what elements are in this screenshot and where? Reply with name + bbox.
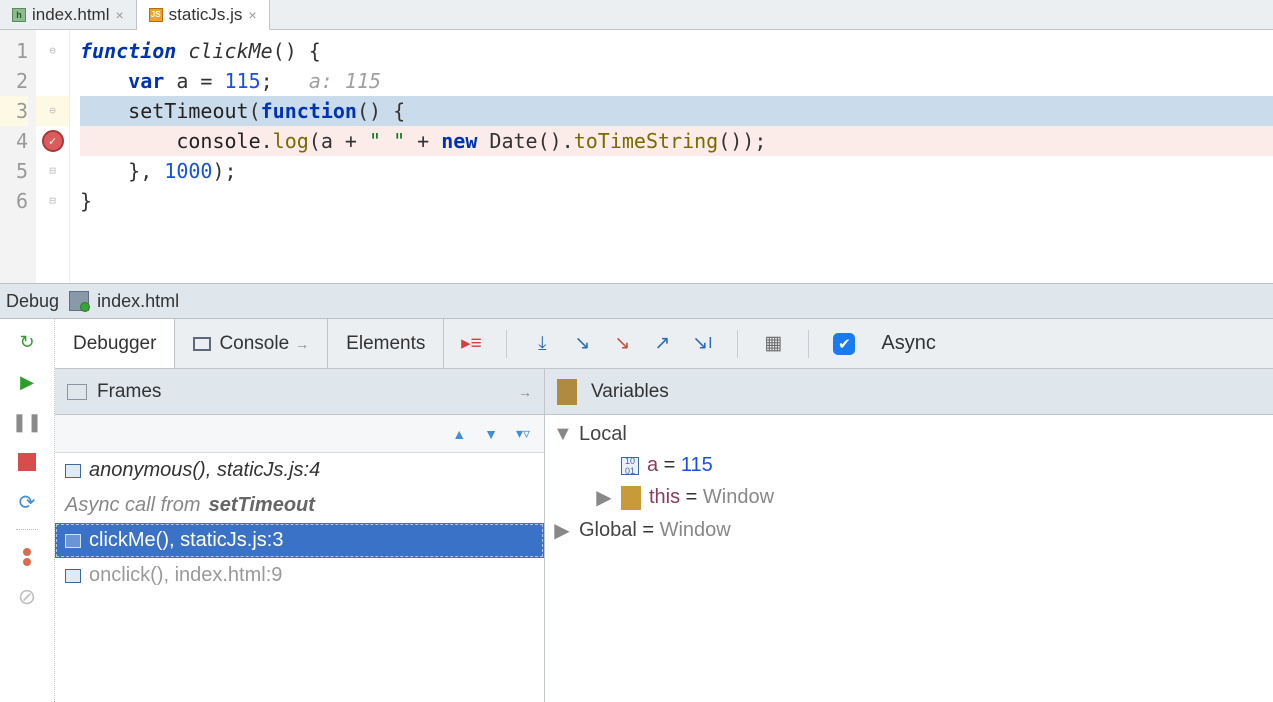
close-icon[interactable]: × <box>115 7 123 23</box>
html-file-icon: h <box>12 8 26 22</box>
icon-gutter[interactable]: ⊖ ⊖ ✓ ⊟ ⊟ <box>36 30 70 283</box>
debug-sub-toolbar: Debugger Console → Elements ▸≡ ⤓ ↘ ↘ ↗ ↘… <box>55 319 1273 369</box>
view-breakpoints-icon[interactable] <box>14 544 40 570</box>
variables-tree[interactable]: ▼ Local 1001 a = 115 ▶ this = Window <box>545 415 1273 702</box>
variables-icon <box>557 384 577 400</box>
variable-a[interactable]: 1001 a = 115 <box>553 450 1265 481</box>
close-icon[interactable]: × <box>248 7 256 23</box>
run-config-icon <box>69 291 89 311</box>
step-into-icon[interactable]: ↘ <box>571 333 593 355</box>
resume-icon[interactable]: ▶ <box>14 369 40 395</box>
fold-icon[interactable]: ⊖ <box>49 36 56 66</box>
variables-header: Variables <box>545 369 1273 415</box>
tab-console[interactable]: Console → <box>175 319 328 368</box>
show-execution-point-icon[interactable]: ▸≡ <box>460 333 482 355</box>
frames-list[interactable]: anonymous(), staticJs.js:4 Async call fr… <box>55 453 544 702</box>
mute-breakpoints-icon[interactable]: ⊘ <box>14 584 40 610</box>
js-file-icon: JS <box>149 8 163 22</box>
step-over-icon[interactable]: ⤓ <box>531 333 553 355</box>
prev-frame-icon[interactable]: ▲ <box>452 426 466 442</box>
frames-pane: Frames → ▲ ▼ ▾▿ anonymous(), staticJs.js… <box>55 369 545 702</box>
run-to-cursor-icon[interactable]: ↘I <box>691 333 713 355</box>
fold-end-icon[interactable]: ⊟ <box>49 156 56 186</box>
line-number-gutter: 1 2 3 4 5 6 <box>0 30 36 283</box>
frames-header: Frames → <box>55 369 544 415</box>
async-label: Async <box>881 332 935 355</box>
debug-panes: Frames → ▲ ▼ ▾▿ anonymous(), staticJs.js… <box>55 369 1273 702</box>
editor-tab-label: staticJs.js <box>169 5 243 25</box>
frames-toolbar: ▲ ▼ ▾▿ <box>55 415 544 453</box>
debug-label: Debug <box>6 291 59 312</box>
script-icon <box>65 569 81 583</box>
editor-tab-staticjs[interactable]: JS staticJs.js × <box>137 0 270 30</box>
filter-icon[interactable]: ▾▿ <box>516 425 530 442</box>
rerun-icon[interactable]: ↻ <box>14 329 40 355</box>
frame-row[interactable]: onclick(), index.html:9 <box>55 558 544 593</box>
popout-icon[interactable]: → <box>518 384 532 400</box>
scope-global[interactable]: ▶ Global = Window <box>553 514 1265 547</box>
debug-target: index.html <box>97 291 179 312</box>
tab-elements[interactable]: Elements <box>328 319 444 368</box>
step-out-icon[interactable]: ↗ <box>651 333 673 355</box>
editor-tab-index-html[interactable]: h index.html × <box>0 0 137 29</box>
debug-toolwindow-body: ↻ ▶ ❚❚ ⟳ ⊘ Debugger Console → Elements ▸… <box>0 319 1273 702</box>
expand-icon[interactable]: ▼ <box>553 423 571 446</box>
code-editor[interactable]: 1 2 3 4 5 6 ⊖ ⊖ ✓ ⊟ ⊟ function clickMe()… <box>0 30 1273 283</box>
script-icon <box>65 464 81 478</box>
frames-icon <box>67 384 87 400</box>
console-icon <box>193 337 211 351</box>
fold-end-icon[interactable]: ⊟ <box>49 186 56 216</box>
breakpoint-icon[interactable]: ✓ <box>42 130 64 152</box>
variable-this[interactable]: ▶ this = Window <box>553 481 1265 514</box>
async-checkbox[interactable]: ✔ <box>833 333 855 355</box>
popout-icon[interactable]: → <box>295 336 309 352</box>
evaluate-expression-icon[interactable]: ▦ <box>762 333 784 355</box>
check-icon: ✓ <box>49 126 56 156</box>
code-area[interactable]: function clickMe() { var a = 115; a: 115… <box>70 30 1273 283</box>
frame-row[interactable]: anonymous(), staticJs.js:4 <box>55 453 544 488</box>
next-frame-icon[interactable]: ▼ <box>484 426 498 442</box>
script-icon <box>65 534 81 548</box>
scope-local[interactable]: ▼ Local <box>553 419 1265 450</box>
debug-toolwindow-header: Debug index.html <box>0 283 1273 319</box>
frame-row-selected[interactable]: clickMe(), staticJs.js:3 <box>55 523 544 558</box>
object-var-icon <box>621 491 641 505</box>
stop-icon[interactable] <box>14 449 40 475</box>
editor-tab-bar: h index.html × JS staticJs.js × <box>0 0 1273 30</box>
debug-side-toolbar: ↻ ▶ ❚❚ ⟳ ⊘ <box>0 319 55 702</box>
debug-right: Debugger Console → Elements ▸≡ ⤓ ↘ ↘ ↗ ↘… <box>55 319 1273 702</box>
variables-pane: Variables ▼ Local 1001 a = 115 ▶ <box>545 369 1273 702</box>
pause-icon[interactable]: ❚❚ <box>14 409 40 435</box>
editor-tab-label: index.html <box>32 5 109 25</box>
number-var-icon: 1001 <box>621 457 639 475</box>
step-toolbar: ▸≡ ⤓ ↘ ↘ ↗ ↘I ▦ ✔ Async <box>444 319 951 368</box>
expand-icon[interactable]: ▶ <box>553 518 571 543</box>
reload-icon[interactable]: ⟳ <box>14 489 40 515</box>
expand-icon[interactable]: ▶ <box>595 485 613 510</box>
tab-debugger[interactable]: Debugger <box>55 319 175 368</box>
frame-async-note: Async call from setTimeout <box>55 488 544 523</box>
force-step-into-icon[interactable]: ↘ <box>611 333 633 355</box>
fold-icon[interactable]: ⊖ <box>49 96 56 126</box>
inline-value-hint: a: 115 <box>309 69 381 93</box>
